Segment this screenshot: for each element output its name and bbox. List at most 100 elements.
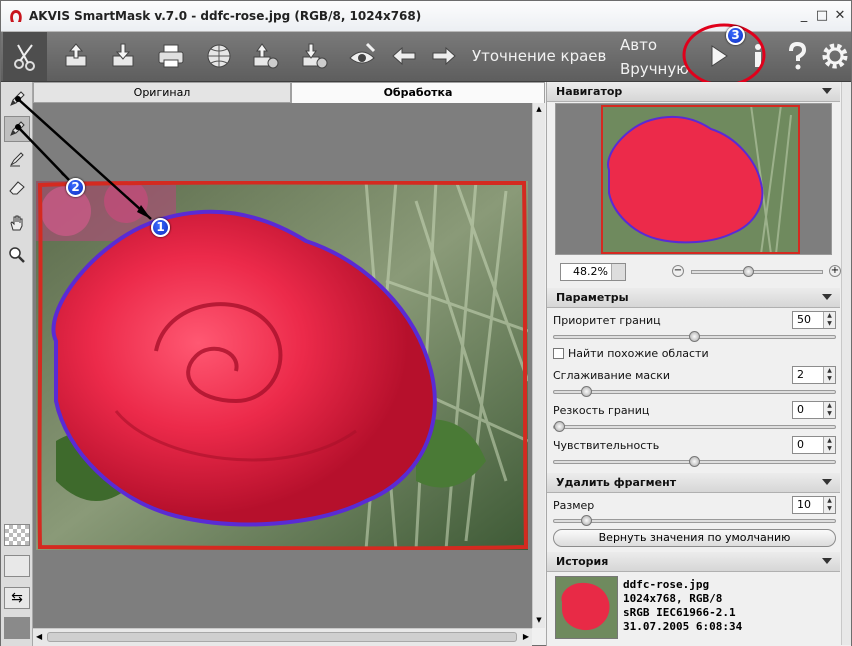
history-dimensions: 1024x768, RGB/8 — [623, 592, 723, 605]
import-icon[interactable] — [246, 36, 284, 76]
scroll-left-icon[interactable]: ◀ — [36, 632, 42, 641]
zoom-slider[interactable] — [691, 266, 823, 277]
view-tabs: Оригинал Обработка — [33, 82, 545, 103]
navigator-thumbnail[interactable] — [601, 105, 800, 254]
transparency-bg-icon[interactable] — [4, 524, 30, 546]
hand-icon[interactable] — [4, 210, 30, 236]
scissors-icon[interactable] — [3, 32, 47, 81]
refine-edges-label[interactable]: Уточнение краев — [472, 47, 606, 65]
zoom-in-icon[interactable]: + — [829, 265, 841, 277]
collapse-arrow-icon[interactable] — [822, 558, 832, 564]
save-icon[interactable] — [104, 36, 142, 76]
spinner-arrows-icon[interactable]: ▲ ▼ — [823, 402, 835, 418]
size-input[interactable]: 10 ▲ ▼ — [792, 496, 836, 514]
zoom-slider-thumb[interactable] — [743, 266, 755, 277]
window-title: AKVIS SmartMask v.7.0 - ddfc-rose.jpg (R… — [29, 9, 422, 23]
zoom-out-icon[interactable]: − — [672, 265, 684, 277]
spinner-arrows-icon[interactable]: ▲ ▼ — [823, 437, 835, 453]
pencil-remove-icon[interactable] — [4, 116, 30, 142]
edge-sharpness-thumb[interactable] — [554, 421, 565, 432]
canvas-horizontal-scrollbar[interactable]: ◀ ▶ — [33, 628, 532, 646]
settings-icon[interactable] — [816, 36, 852, 76]
collapse-arrow-icon[interactable] — [822, 294, 832, 300]
canvas-vertical-scrollbar[interactable]: ▲ ▼ — [532, 103, 545, 628]
sensitivity-value: 0 — [797, 438, 804, 451]
zoom-select[interactable]: 48.2% — [560, 263, 626, 281]
app-logo-icon — [10, 10, 22, 22]
mask-smoothing-value: 2 — [797, 368, 804, 381]
scroll-right-icon[interactable]: ▶ — [523, 632, 529, 641]
undo-icon[interactable] — [385, 36, 423, 76]
navigator-preview[interactable] — [555, 103, 832, 255]
edge-sharpness-label: Резкость границ — [553, 404, 650, 417]
preview-icon[interactable] — [343, 36, 381, 76]
mask-smoothing-input[interactable]: 2 ▲ ▼ — [792, 366, 836, 384]
delete-fragment-header[interactable]: Удалить фрагмент — [547, 473, 840, 493]
panel-scrollbar[interactable] — [841, 82, 851, 645]
collapse-arrow-icon[interactable] — [822, 479, 832, 485]
edge-priority-input[interactable]: 50 ▲ ▼ — [792, 311, 836, 329]
scroll-up-icon[interactable]: ▲ — [534, 105, 544, 115]
history-file-name: ddfc-rose.jpg — [623, 578, 710, 591]
close-button[interactable]: ✕ — [831, 7, 849, 25]
sensitivity-slider[interactable] — [553, 456, 836, 467]
web-icon[interactable] — [200, 36, 238, 76]
tab-processing[interactable]: Обработка — [291, 82, 545, 103]
open-icon[interactable] — [57, 36, 95, 76]
zoom-dropdown-icon[interactable] — [611, 264, 625, 280]
horizontal-scroll-thumb[interactable] — [47, 632, 517, 642]
export-icon[interactable] — [295, 36, 333, 76]
brush-icon[interactable] — [4, 146, 30, 172]
help-icon[interactable] — [778, 36, 816, 76]
tab-original[interactable]: Оригинал — [33, 82, 291, 103]
minimize-button[interactable]: _ — [795, 7, 813, 25]
image-canvas[interactable] — [33, 103, 532, 628]
annotation-badge-1: 1 — [151, 218, 170, 237]
print-icon[interactable] — [152, 36, 190, 76]
history-thumbnail[interactable] — [555, 576, 618, 639]
find-similar-checkbox[interactable] — [553, 348, 564, 359]
spinner-arrows-icon[interactable]: ▲ ▼ — [823, 312, 835, 328]
navigator-title: Навигатор — [556, 85, 623, 98]
mode-auto[interactable]: Авто — [620, 36, 657, 54]
zoom-icon[interactable] — [4, 242, 30, 268]
history-header[interactable]: История — [547, 552, 840, 572]
navigator-header[interactable]: Навигатор — [547, 82, 840, 102]
params-header[interactable]: Параметры — [547, 288, 840, 308]
size-slider[interactable] — [553, 515, 836, 526]
maximize-button[interactable]: □ — [813, 7, 831, 25]
sensitivity-thumb[interactable] — [689, 456, 700, 467]
reset-defaults-button[interactable]: Вернуть значения по умолчанию — [553, 529, 836, 547]
edge-priority-slider[interactable] — [553, 331, 836, 342]
size-thumb[interactable] — [581, 515, 592, 526]
rose-photo[interactable] — [36, 181, 528, 550]
find-similar-label[interactable]: Найти похожие области — [568, 347, 709, 360]
mask-smoothing-thumb[interactable] — [581, 386, 592, 397]
sensitivity-label: Чувствительность — [553, 439, 660, 452]
params-title: Параметры — [556, 291, 629, 304]
scroll-down-icon[interactable]: ▼ — [534, 616, 544, 626]
mask-smoothing-slider[interactable] — [553, 386, 836, 397]
history-date: 31.07.2005 6:08:34 — [623, 620, 743, 633]
history-rose-image — [556, 577, 617, 638]
pencil-keep-icon[interactable] — [4, 86, 30, 112]
swap-view-icon[interactable]: ⇆ — [4, 587, 30, 609]
mode-manual[interactable]: Вручную — [620, 60, 689, 78]
annotation-badge-3: 3 — [726, 26, 745, 45]
eraser-icon[interactable] — [4, 174, 30, 200]
edge-sharpness-input[interactable]: 0 ▲ ▼ — [792, 401, 836, 419]
annotation-badge-2: 2 — [66, 178, 85, 197]
annotation-red-circle — [682, 23, 766, 87]
redo-icon[interactable] — [425, 36, 463, 76]
size-value: 10 — [797, 498, 811, 511]
color-swatch-icon[interactable] — [4, 617, 30, 639]
edge-priority-thumb[interactable] — [689, 331, 700, 342]
sensitivity-input[interactable]: 0 ▲ ▼ — [792, 436, 836, 454]
collapse-arrow-icon[interactable] — [822, 88, 832, 94]
edge-sharpness-slider[interactable] — [553, 421, 836, 432]
spinner-arrows-icon[interactable]: ▲ ▼ — [823, 367, 835, 383]
view-mode-icon[interactable] — [4, 555, 30, 577]
edge-priority-label: Приоритет границ — [553, 314, 661, 327]
zoom-value: 48.2% — [573, 265, 608, 278]
spinner-arrows-icon[interactable]: ▲ ▼ — [823, 497, 835, 513]
